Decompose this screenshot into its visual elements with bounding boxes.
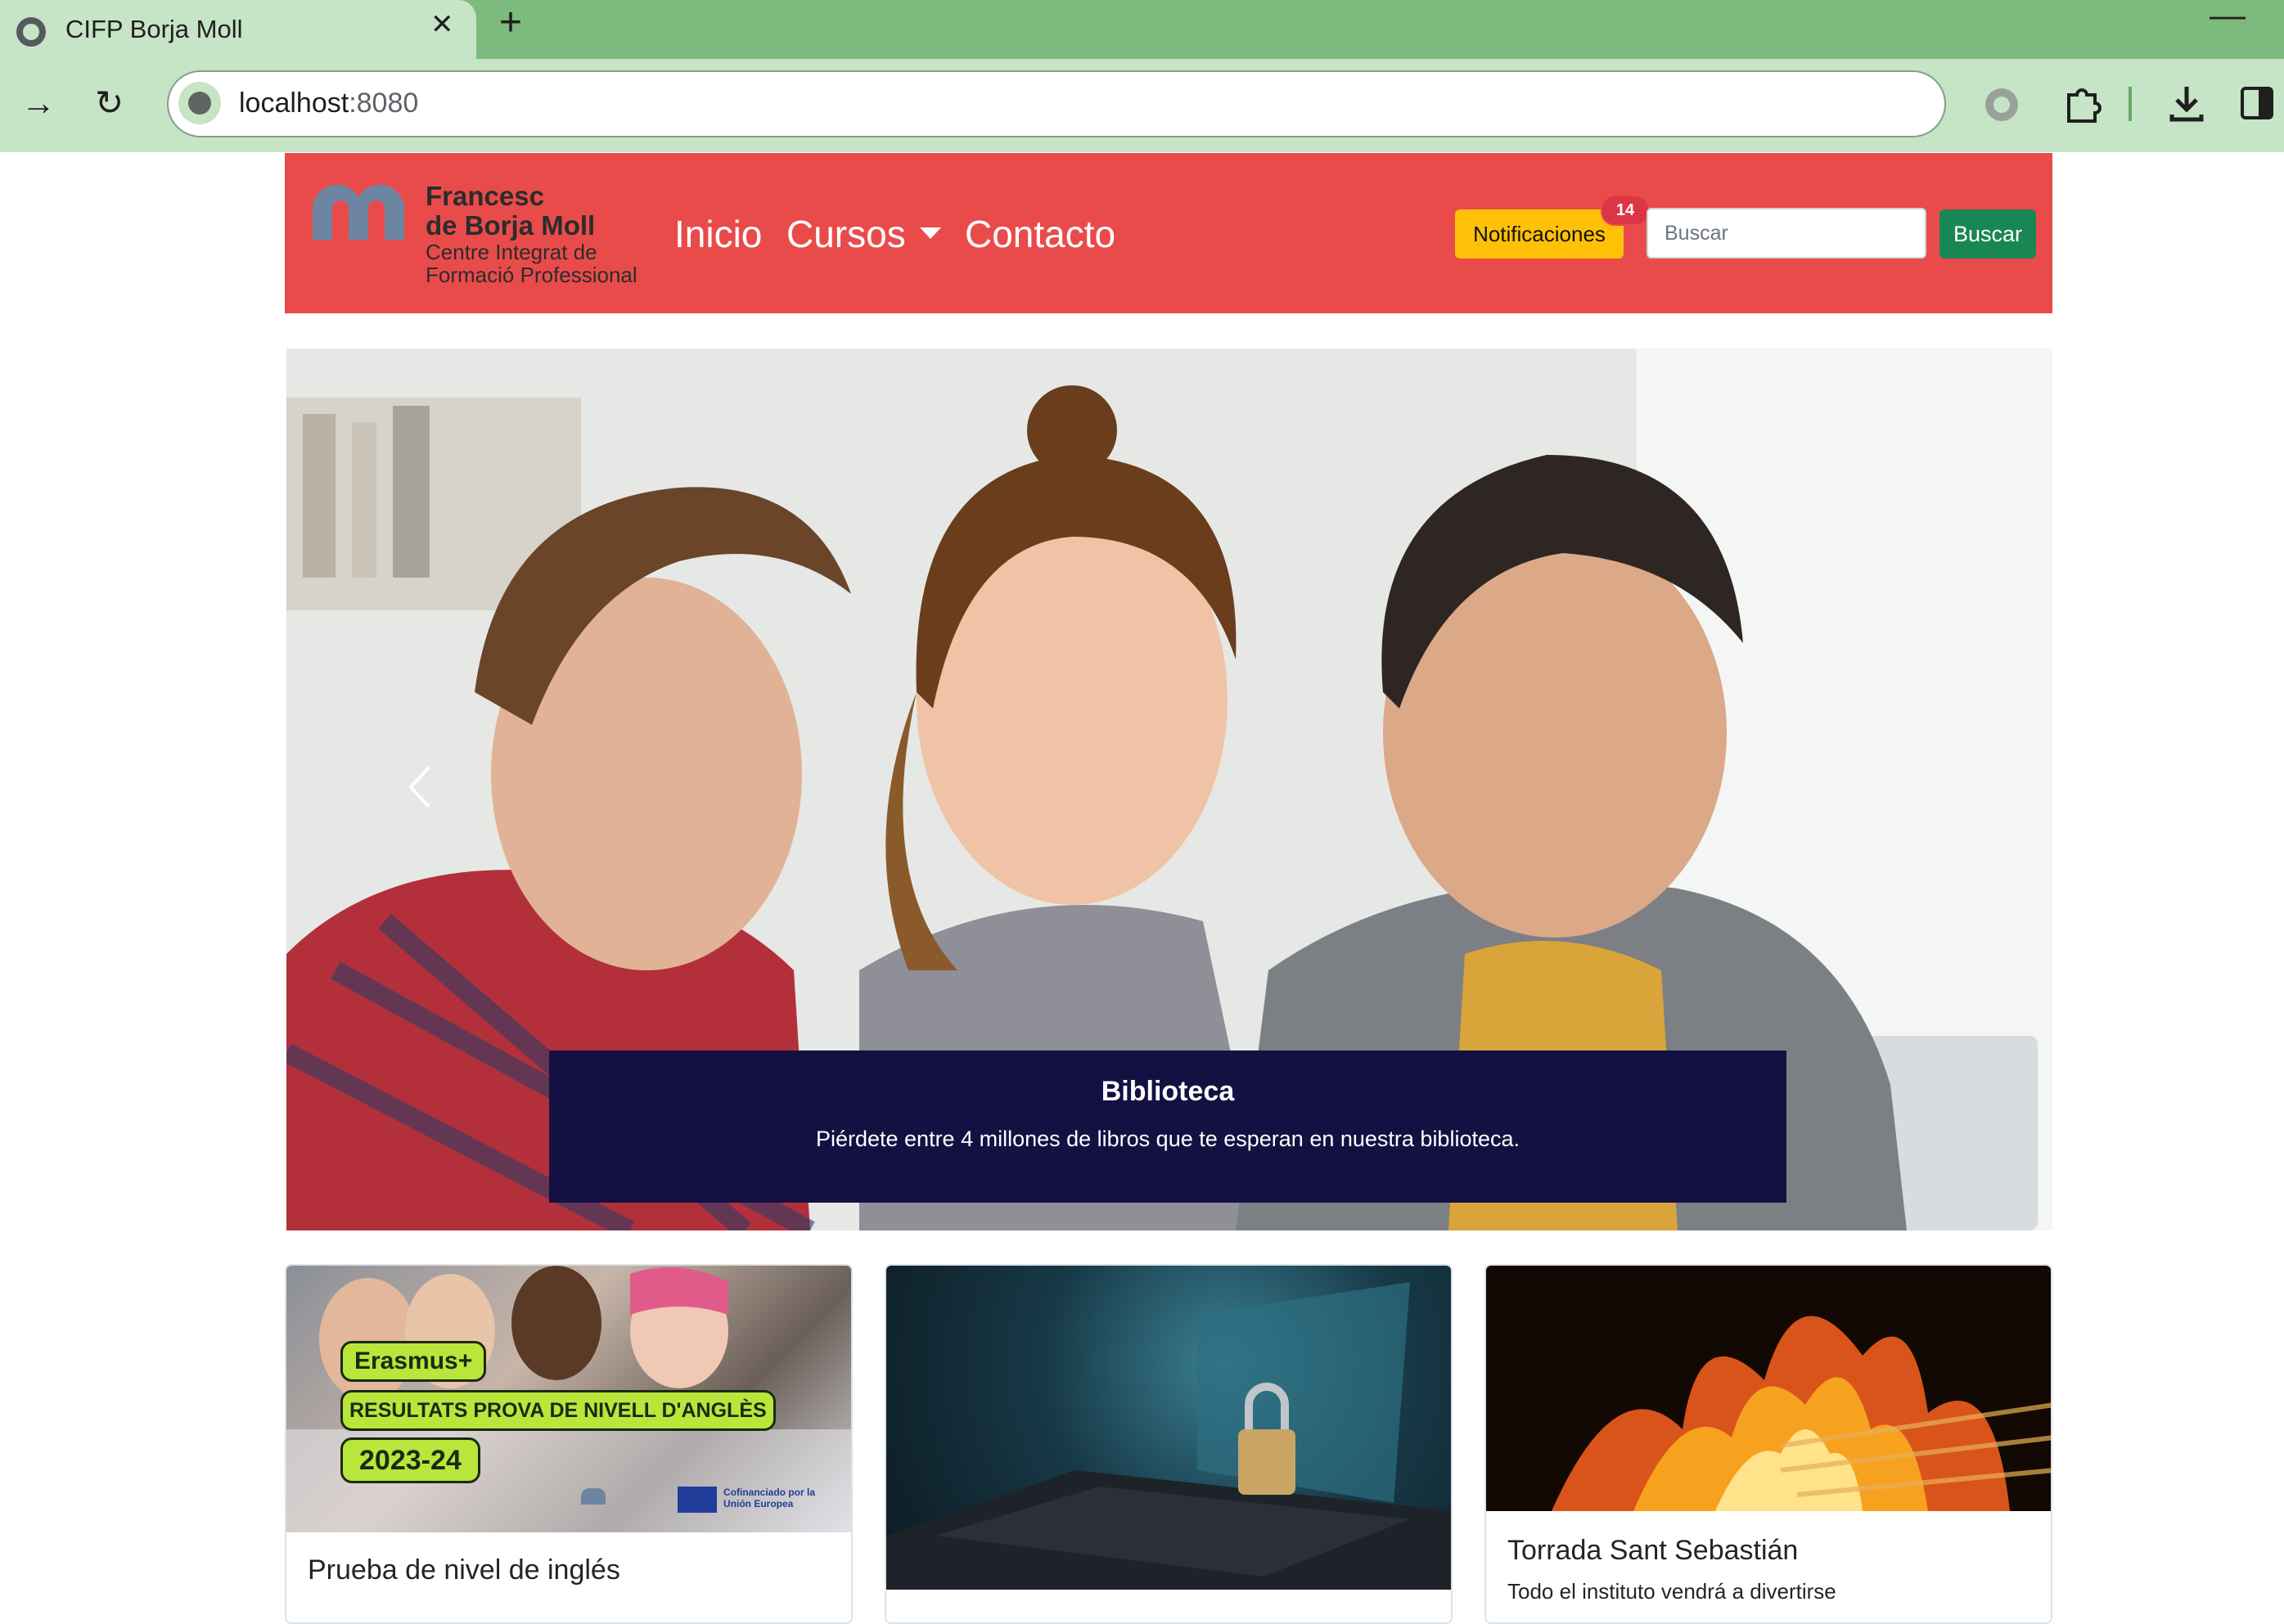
- card-image-erasmus: Erasmus+ RESULTATS PROVA DE NIVELL D'ANG…: [286, 1266, 851, 1532]
- logo-sub-line1: Centre Integrat de: [426, 240, 597, 264]
- eu-flag-icon: [678, 1487, 717, 1513]
- card-title[interactable]: Torrada Sant Sebastián: [1507, 1532, 1798, 1568]
- carousel-prev-icon[interactable]: [401, 763, 437, 812]
- erasmus-badge: Erasmus+: [340, 1341, 487, 1382]
- chevron-down-icon[interactable]: [920, 227, 941, 239]
- record-icon[interactable]: [1985, 88, 2018, 121]
- close-tab-icon[interactable]: ✕: [430, 8, 454, 41]
- carousel-caption-title: Biblioteca: [1101, 1076, 1235, 1107]
- erasmus-year: 2023-24: [340, 1437, 480, 1483]
- globe-icon: [16, 17, 46, 47]
- tab-title: CIFP Borja Moll: [65, 15, 243, 43]
- card-image-laptop-padlock: [886, 1266, 1451, 1590]
- search-input[interactable]: [1647, 208, 1926, 259]
- card-image-fire: [1552, 1316, 2051, 1511]
- reload-icon[interactable]: ↻: [95, 83, 124, 123]
- toolbar-divider: [2129, 87, 2132, 121]
- carousel-caption: Biblioteca Piérdete entre 4 millones de …: [549, 1050, 1786, 1203]
- download-icon[interactable]: [2165, 82, 2208, 124]
- notifications-badge: 14: [1601, 195, 1650, 226]
- nav-contacto[interactable]: Contacto: [965, 209, 1115, 259]
- extensions-icon[interactable]: [2061, 82, 2103, 124]
- minimize-icon[interactable]: —: [2210, 0, 2246, 34]
- card-image-bonfire: [1486, 1266, 2051, 1511]
- side-panel-icon[interactable]: [2239, 85, 2275, 121]
- eu-cofunded-text: Cofinanciado por la Unión Europea: [723, 1487, 816, 1509]
- news-card-cybersecurity[interactable]: [885, 1264, 1453, 1624]
- carousel-caption-text: Piérdete entre 4 millones de libros que …: [815, 1127, 1520, 1151]
- logo-name-line1: Francesc: [426, 181, 544, 211]
- logo-sub-line2: Formació Professional: [426, 263, 637, 287]
- forward-arrow-icon[interactable]: →: [21, 83, 56, 123]
- url-port: :8080: [349, 88, 419, 119]
- news-card-english-test[interactable]: Erasmus+ RESULTATS PROVA DE NIVELL D'ANG…: [285, 1264, 853, 1624]
- mini-school-logo-icon: [581, 1488, 606, 1505]
- url-text[interactable]: localhost:8080: [239, 85, 418, 121]
- card-image-laptop: [886, 1282, 1451, 1590]
- search-button[interactable]: Buscar: [1939, 209, 2036, 259]
- school-logo-icon[interactable]: [306, 176, 411, 241]
- address-bar[interactable]: [167, 70, 1946, 137]
- nav-inicio[interactable]: Inicio: [674, 209, 762, 259]
- card-title[interactable]: Prueba de nivel de inglés: [308, 1552, 620, 1588]
- news-card-torrada[interactable]: Torrada Sant Sebastián Todo el instituto…: [1484, 1264, 2052, 1624]
- erasmus-headline: RESULTATS PROVA DE NIVELL D'ANGLÈS: [340, 1390, 776, 1431]
- nav-cursos[interactable]: Cursos: [786, 209, 906, 259]
- school-logo-text[interactable]: Francesc de Borja Moll Centre Integrat d…: [426, 181, 637, 287]
- new-tab-icon[interactable]: +: [499, 3, 522, 43]
- notifications-button[interactable]: Notificaciones: [1455, 209, 1624, 259]
- card-text: Todo el instituto vendrá a divertirse: [1507, 1579, 1836, 1604]
- logo-name-line2: de Borja Moll: [426, 210, 596, 241]
- url-host: localhost: [239, 88, 349, 119]
- site-info-icon[interactable]: [178, 82, 221, 124]
